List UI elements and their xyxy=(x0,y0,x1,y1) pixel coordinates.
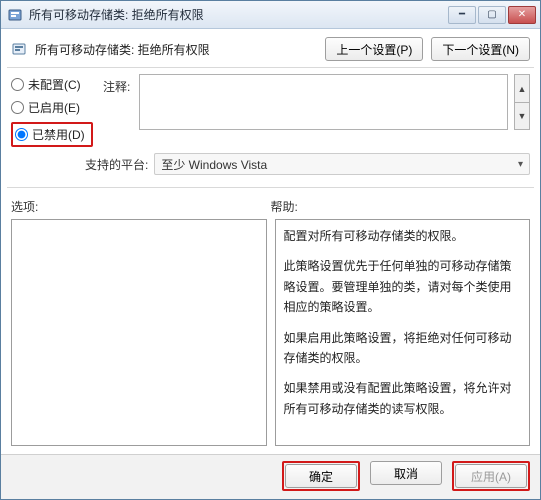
ok-button[interactable]: 确定 xyxy=(285,464,357,488)
footer: 确定 取消 应用(A) xyxy=(1,454,540,499)
minimize-button[interactable]: ━ xyxy=(448,6,476,24)
spin-up-icon[interactable]: ▲ xyxy=(514,74,530,102)
disabled-highlight: 已禁用(D) xyxy=(11,122,93,147)
close-button[interactable]: ✕ xyxy=(508,6,536,24)
radio-not-configured-label: 未配置(C) xyxy=(28,76,81,93)
radio-enabled-label: 已启用(E) xyxy=(28,99,80,116)
radio-not-configured[interactable]: 未配置(C) xyxy=(11,76,93,93)
config-row: 未配置(C) 已启用(E) 已禁用(D) 注释: xyxy=(1,68,540,151)
help-p1: 配置对所有可移动存储类的权限。 xyxy=(284,226,522,246)
radio-disabled[interactable]: 已禁用(D) xyxy=(15,126,89,143)
help-p4: 如果禁用或没有配置此策略设置，将允许对所有可移动存储类的读写权限。 xyxy=(284,378,522,419)
help-p3: 如果启用此策略设置，将拒绝对任何可移动存储类的权限。 xyxy=(284,328,522,369)
apply-highlight: 应用(A) xyxy=(452,461,530,491)
spin-down-icon[interactable]: ▼ xyxy=(514,102,530,130)
platform-row: 支持的平台: 至少 Windows Vista ▾ xyxy=(1,151,540,181)
radio-enabled[interactable]: 已启用(E) xyxy=(11,99,93,116)
comment-spinner: ▲ ▼ xyxy=(514,74,530,130)
window-controls: ━ ▢ ✕ xyxy=(448,6,536,24)
radio-not-configured-input[interactable] xyxy=(11,78,24,91)
comment-label: 注释: xyxy=(103,74,133,95)
platform-value[interactable]: 至少 Windows Vista ▾ xyxy=(154,153,530,175)
radio-enabled-input[interactable] xyxy=(11,101,24,114)
options-label: 选项: xyxy=(11,198,271,215)
cancel-button[interactable]: 取消 xyxy=(370,461,442,485)
policy-icon xyxy=(11,41,27,57)
apply-button[interactable]: 应用(A) xyxy=(455,464,527,488)
radio-disabled-input[interactable] xyxy=(15,128,28,141)
radio-disabled-label: 已禁用(D) xyxy=(32,126,85,143)
comment-input[interactable] xyxy=(139,74,508,130)
next-setting-button[interactable]: 下一个设置(N) xyxy=(431,37,530,61)
pane-labels: 选项: 帮助: xyxy=(1,188,540,219)
panes: 配置对所有可移动存储类的权限。 此策略设置优先于任何单独的可移动存储策略设置。要… xyxy=(1,219,540,454)
help-p2: 此策略设置优先于任何单独的可移动存储策略设置。要管理单独的类，请对每个类使用相应… xyxy=(284,256,522,317)
options-pane[interactable] xyxy=(11,219,267,446)
platform-label: 支持的平台: xyxy=(85,156,148,173)
platform-text: 至少 Windows Vista xyxy=(161,156,267,173)
titlebar: 所有可移动存储类: 拒绝所有权限 ━ ▢ ✕ xyxy=(1,1,540,29)
content-area: 所有可移动存储类: 拒绝所有权限 上一个设置(P) 下一个设置(N) 未配置(C… xyxy=(1,29,540,499)
chevron-down-icon: ▾ xyxy=(518,159,523,170)
ok-highlight: 确定 xyxy=(282,461,360,491)
state-radio-group: 未配置(C) 已启用(E) 已禁用(D) xyxy=(11,74,93,147)
help-pane[interactable]: 配置对所有可移动存储类的权限。 此策略设置优先于任何单独的可移动存储策略设置。要… xyxy=(275,219,531,446)
help-label: 帮助: xyxy=(271,198,531,215)
comment-row: 注释: ▲ ▼ xyxy=(103,74,530,130)
header-row: 所有可移动存储类: 拒绝所有权限 上一个设置(P) 下一个设置(N) xyxy=(1,29,540,67)
prev-setting-button[interactable]: 上一个设置(P) xyxy=(325,37,423,61)
window-title: 所有可移动存储类: 拒绝所有权限 xyxy=(29,6,448,23)
maximize-button[interactable]: ▢ xyxy=(478,6,506,24)
header-subtitle: 所有可移动存储类: 拒绝所有权限 xyxy=(35,41,317,58)
app-icon xyxy=(7,7,23,23)
policy-dialog: 所有可移动存储类: 拒绝所有权限 ━ ▢ ✕ 所有可移动存储类: 拒绝所有权限 … xyxy=(0,0,541,500)
